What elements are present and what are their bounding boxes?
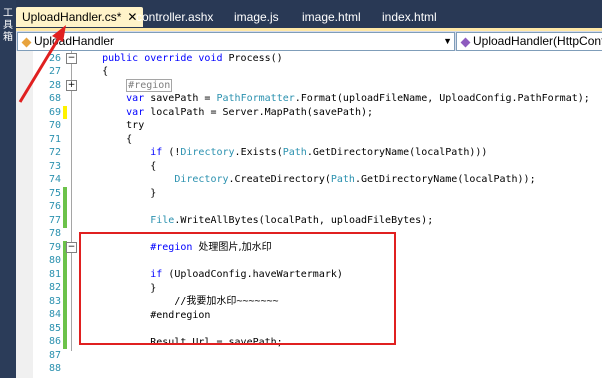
annotation-arrow-icon bbox=[18, 25, 66, 103]
